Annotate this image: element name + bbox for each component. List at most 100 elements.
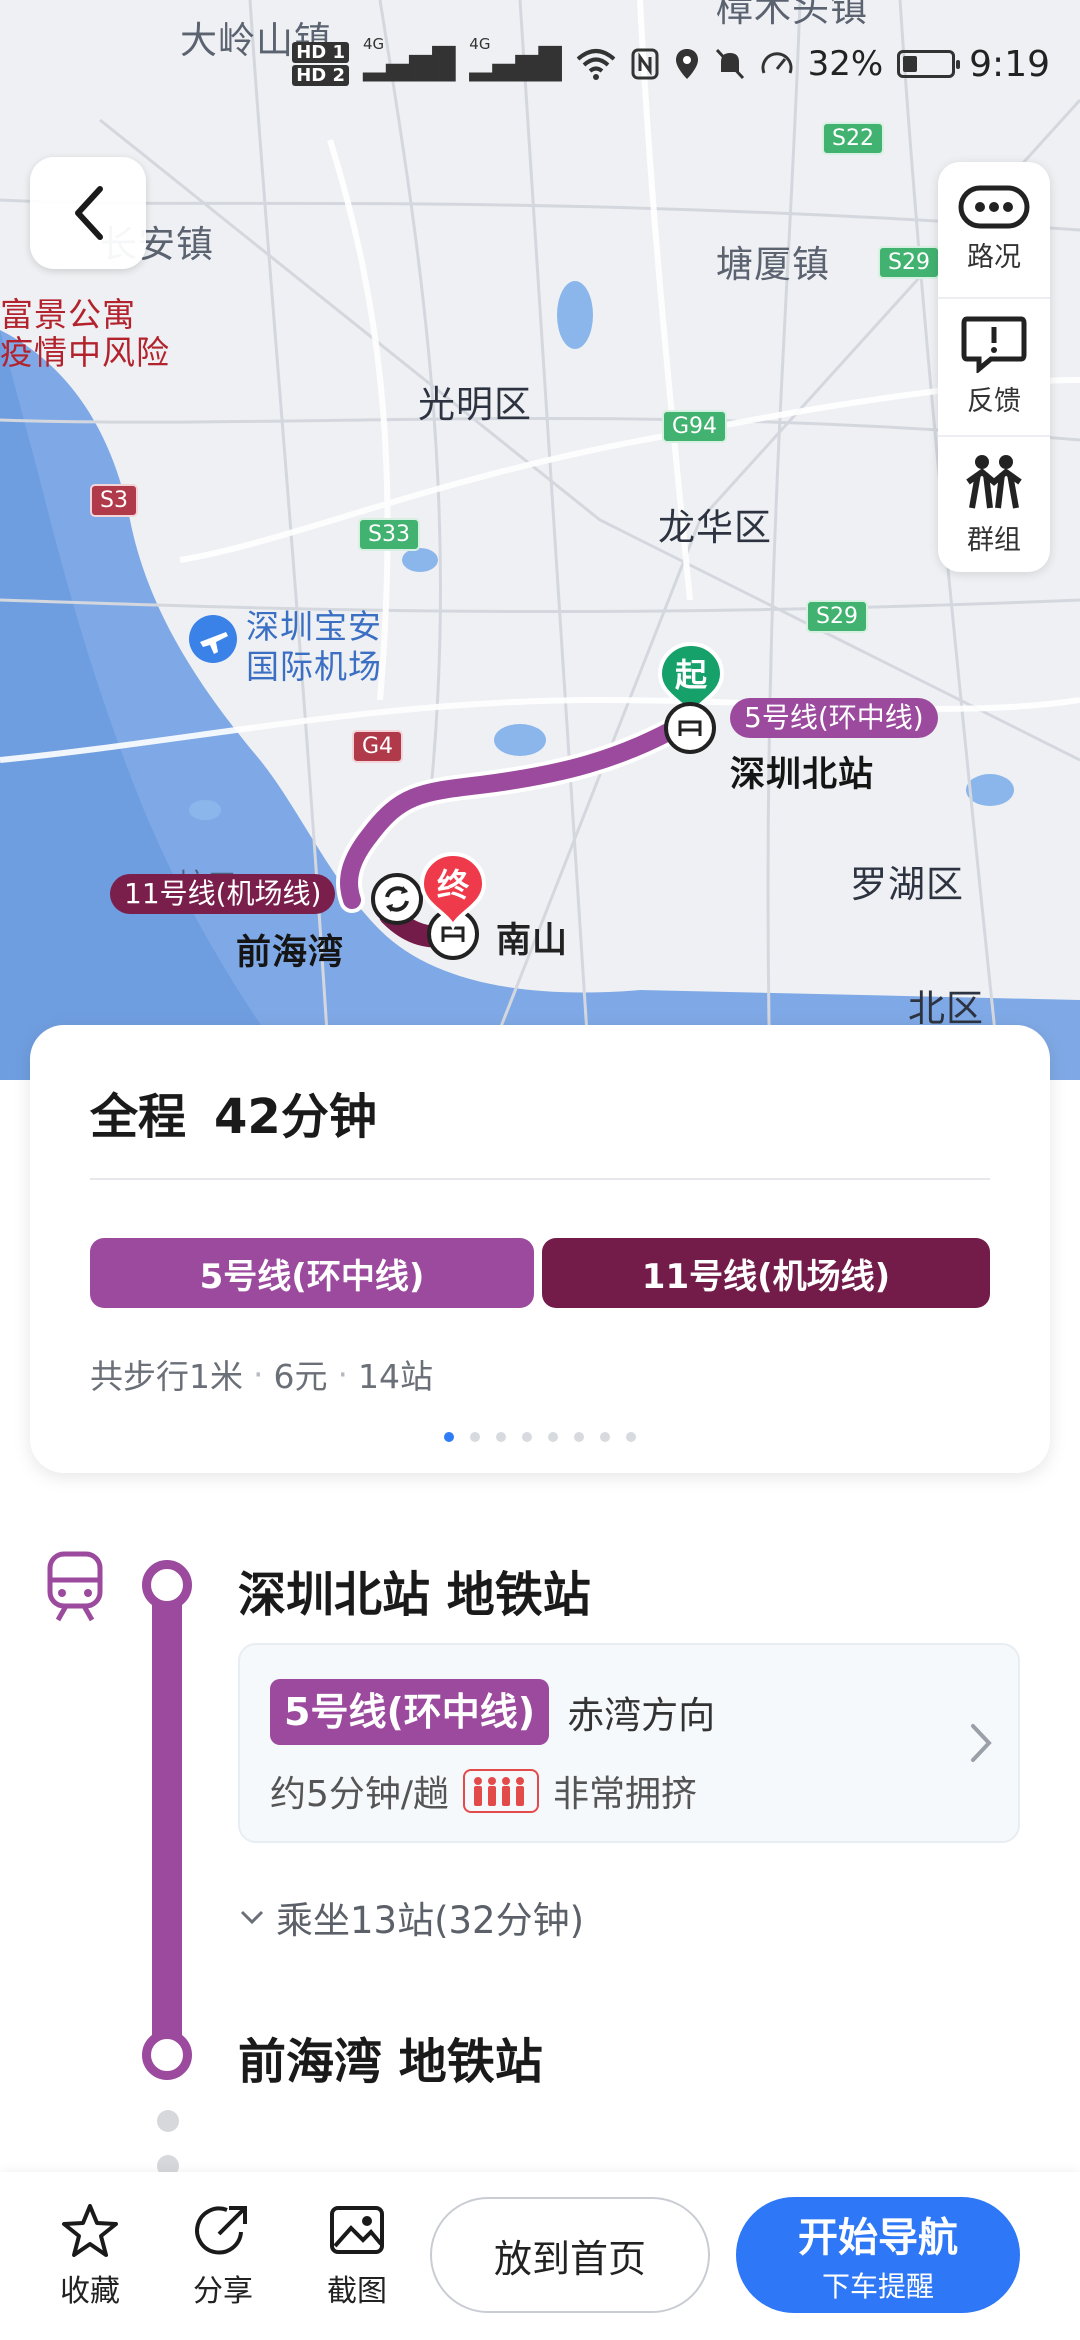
airport-icon — [188, 614, 238, 668]
page-dot[interactable] — [444, 1432, 454, 1442]
segment-pill-line5: 5号线(环中线) — [90, 1238, 534, 1308]
metro-icon — [47, 1551, 103, 1622]
place-label-tangxia: 塘厦镇 — [716, 243, 830, 286]
group-label: 群组 — [967, 524, 1021, 556]
start-navigation-button[interactable]: 开始导航 下车提醒 — [736, 2197, 1020, 2313]
page-dot[interactable] — [574, 1432, 584, 1442]
battery-icon — [897, 50, 961, 78]
highway-shield-g94: G94 — [662, 410, 728, 443]
page-dot[interactable] — [470, 1432, 480, 1442]
map-nanshan-label: 南山 — [496, 921, 569, 961]
page-dot[interactable] — [626, 1432, 636, 1442]
crowd-level: 非常拥挤 — [553, 1774, 698, 1815]
signal-icon-1: 4G ▂▄▆█ — [362, 34, 456, 82]
chevron-right-icon — [971, 1724, 992, 1762]
transfer-station-title[interactable]: 前海湾 地铁站 — [238, 2022, 543, 2092]
traffic-button[interactable]: 路况 — [938, 162, 1050, 297]
map-start-station-label: 深圳北站 — [730, 755, 875, 795]
favorite-button[interactable]: 收藏 — [40, 2202, 140, 2310]
divider — [90, 1178, 990, 1180]
place-label-north: 北区 — [908, 987, 984, 1030]
walk-dot — [157, 2110, 179, 2132]
clock: 9:19 — [969, 43, 1050, 85]
star-icon — [62, 2204, 118, 2257]
highway-shield-s22: S22 — [822, 122, 884, 155]
traffic-label: 路况 — [967, 242, 1021, 274]
page-dot[interactable] — [522, 1432, 532, 1442]
end-marker[interactable]: 终 — [418, 850, 488, 944]
image-icon — [330, 2206, 384, 2254]
route-steps: 深圳北站 地铁站 5号线(环中线) 赤湾方向 约5分钟/趟 非常拥挤 乘坐13站… — [0, 1500, 1080, 2177]
screenshot-button[interactable]: 截图 — [307, 2202, 407, 2310]
map-line11-tag[interactable]: 11号线(机场线) — [110, 874, 336, 914]
line-info-card[interactable]: 5号线(环中线) 赤湾方向 约5分钟/趟 非常拥挤 — [238, 1643, 1020, 1843]
transfer-icon — [370, 872, 424, 930]
page-dot[interactable] — [496, 1432, 506, 1442]
highway-shield-s33: S33 — [358, 518, 420, 551]
meta-separator: · — [337, 1354, 349, 1394]
chevron-down-icon — [240, 1910, 264, 1925]
stop-count: 14站 — [358, 1357, 433, 1396]
highway-shield-s29b: S29 — [806, 600, 868, 633]
bottom-action-bar: 收藏 分享 截图 放到首页 开始导航 下车提醒 — [0, 2172, 1080, 2340]
place-label-longhua: 龙华区 — [658, 506, 772, 549]
nfc-icon — [631, 48, 659, 80]
start-navigation-label: 开始导航 — [798, 2215, 958, 2261]
line-direction: 赤湾方向 — [567, 1694, 716, 1737]
status-bar: HD 1 HD 2 4G ▂▄▆█ 4G ▂▄▆█ 32% 9:19 — [292, 34, 1050, 88]
meta-separator: · — [253, 1354, 264, 1394]
start-node — [142, 1560, 192, 1610]
share-button[interactable]: 分享 — [173, 2202, 273, 2310]
transfer-node — [142, 2030, 192, 2080]
back-button[interactable] — [30, 157, 146, 269]
crowd-icon — [463, 1769, 540, 1813]
group-icon — [966, 454, 1022, 509]
mute-icon — [715, 48, 744, 80]
route-total: 全程 42分钟 — [90, 1077, 377, 1147]
page-indicator[interactable] — [30, 1432, 1050, 1442]
line-segments: 5号线(环中线) 11号线(机场线) — [90, 1238, 990, 1308]
share-icon — [195, 2206, 247, 2255]
battery-percent: 32% — [807, 44, 884, 84]
route-duration: 42分钟 — [214, 1089, 377, 1145]
map-end-station-label: 前海湾 — [236, 933, 345, 973]
line-badge: 5号线(环中线) — [270, 1679, 550, 1745]
train-frequency: 约5分钟/趟 — [270, 1774, 450, 1815]
highway-shield-s3: S3 — [90, 484, 138, 517]
feedback-icon — [961, 316, 1027, 374]
place-label-guangming: 光明区 — [418, 383, 532, 426]
highway-shield-g4: G4 — [352, 730, 404, 763]
alight-reminder-label: 下车提醒 — [821, 2270, 934, 2303]
start-station-metro-icon — [662, 700, 718, 760]
speed-icon — [761, 52, 793, 74]
ride-stops-toggle[interactable]: 乘坐13站(32分钟) — [238, 1890, 584, 1944]
feedback-button[interactable]: 反馈 — [938, 297, 1050, 434]
segment-pill-line11: 11号线(机场线) — [542, 1238, 990, 1308]
share-label: 分享 — [193, 2274, 253, 2309]
group-button[interactable]: 群组 — [938, 434, 1050, 572]
end-marker-label: 终 — [436, 866, 469, 904]
favorite-label: 收藏 — [60, 2274, 120, 2309]
place-label-zhangmutou: 樟木头镇 — [716, 0, 868, 30]
highway-shield-s29a: S29 — [878, 246, 940, 279]
hd2-indicator: HD 2 — [292, 65, 349, 86]
route-map[interactable]: 大岭山镇 樟木头镇 长安镇 塘厦镇 光明区 龙华区 罗湖区 北区 蛇口 富景公寓… — [0, 0, 1080, 1080]
screenshot-label: 截图 — [327, 2274, 387, 2309]
feedback-label: 反馈 — [967, 386, 1021, 418]
airport-label-line2: 国际机场 — [246, 647, 382, 686]
covid-label-line2: 疫情中风险 — [0, 333, 170, 372]
start-station-title[interactable]: 深圳北站 地铁站 — [238, 1555, 591, 1625]
page-dot[interactable] — [548, 1432, 558, 1442]
chevron-left-icon — [75, 186, 103, 240]
add-to-home-button[interactable]: 放到首页 — [430, 2197, 710, 2313]
traffic-icon — [958, 185, 1030, 229]
walk-distance: 共步行1米 — [90, 1357, 243, 1396]
fare: 6元 — [273, 1357, 328, 1396]
map-line5-tag[interactable]: 5号线(环中线) — [730, 698, 938, 738]
route-total-prefix: 全程 — [90, 1089, 187, 1145]
signal-icon-2: 4G ▂▄▆█ — [469, 34, 562, 82]
place-label-luohu: 罗湖区 — [850, 863, 964, 906]
page-dot[interactable] — [600, 1432, 610, 1442]
route-summary-card[interactable]: 全程 42分钟 5号线(环中线) 11号线(机场线) 共步行1米 · 6元 · … — [30, 1025, 1050, 1473]
ride-stops-label: 乘坐13站(32分钟) — [276, 1899, 585, 1942]
